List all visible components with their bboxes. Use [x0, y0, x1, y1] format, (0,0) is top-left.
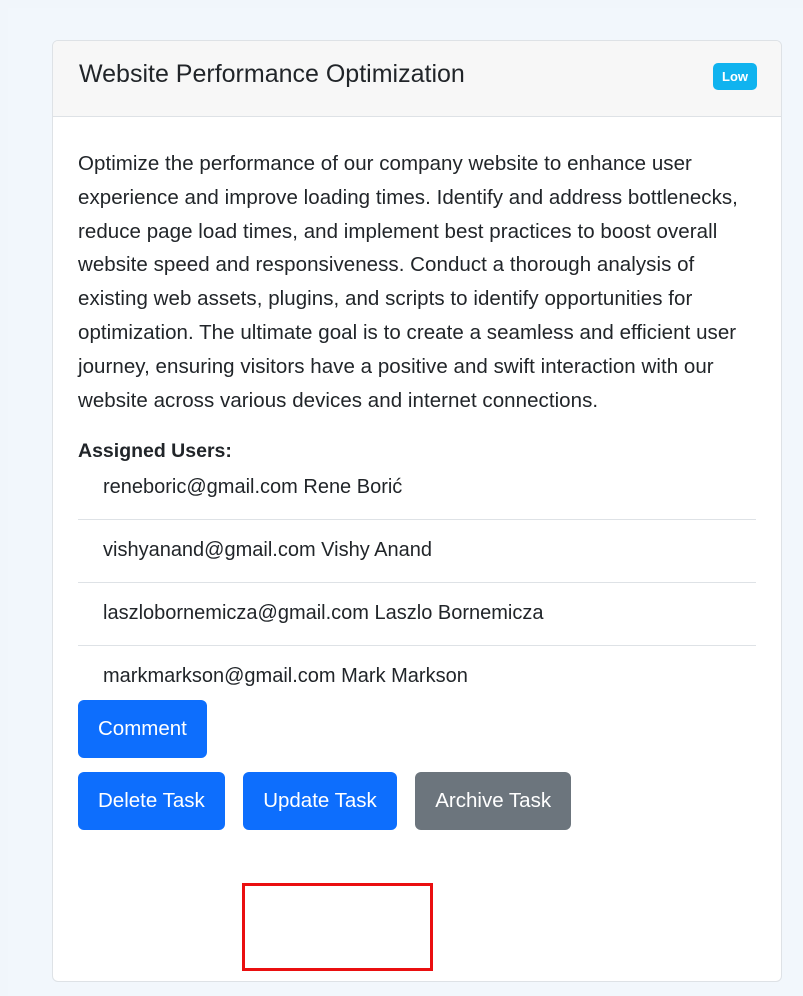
delete-task-button[interactable]: Delete Task [78, 772, 225, 831]
card-body: Optimize the performance of our company … [53, 117, 781, 831]
assigned-user-item: reneboric@gmail.com Rene Borić [78, 467, 756, 521]
assigned-user-item: markmarkson@gmail.com Mark Markson [103, 665, 468, 688]
archive-task-button[interactable]: Archive Task [415, 772, 572, 831]
comment-button[interactable]: Comment [78, 700, 207, 759]
assigned-user-item: vishyanand@gmail.com Vishy Anand [78, 520, 756, 584]
task-actions: Delete Task Update Task Archive Task [78, 772, 756, 831]
card-header: Website Performance Optimization Low [53, 41, 781, 117]
task-card: Website Performance Optimization Low Opt… [52, 40, 782, 982]
assigned-user-item: laszlobornemicza@gmail.com Laszlo Bornem… [78, 583, 756, 647]
assigned-users-heading: Assigned Users: [78, 440, 232, 463]
update-task-button[interactable]: Update Task [243, 772, 397, 831]
priority-badge: Low [713, 63, 757, 90]
task-description: Optimize the performance of our company … [78, 152, 738, 412]
comment-row: Comment [78, 700, 756, 759]
task-title: Website Performance Optimization [79, 60, 465, 88]
assigned-users-list: reneboric@gmail.com Rene Borić vishyanan… [78, 467, 756, 700]
